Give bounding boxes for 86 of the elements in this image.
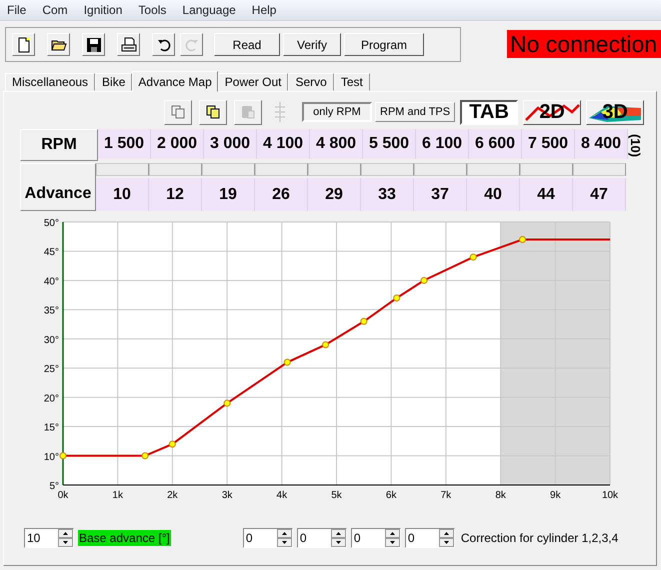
menu-item[interactable]: Tools <box>130 3 174 17</box>
mode-button[interactable]: RPM and TPS <box>375 102 456 122</box>
tab[interactable]: Miscellaneous <box>5 73 96 91</box>
row-header: Advance <box>20 163 96 211</box>
table-cell[interactable]: 37 <box>414 178 467 211</box>
menu-item[interactable]: Com <box>34 3 76 17</box>
tab[interactable]: Advance Map <box>132 71 218 92</box>
y-tick-label: 35° <box>44 306 59 317</box>
y-tick-label: 30° <box>44 334 59 346</box>
toolbar-button[interactable] <box>12 33 35 56</box>
x-tick-label: 5k <box>331 490 342 501</box>
table-cell[interactable]: 5 500 <box>363 129 416 159</box>
y-tick-label: 50° <box>44 218 59 229</box>
table-cell[interactable]: 6 600 <box>469 129 522 159</box>
view-button[interactable]: TAB <box>460 100 518 124</box>
menu-item[interactable]: Help <box>244 3 284 17</box>
toolbar-text-button[interactable]: Verify <box>283 33 341 56</box>
table-cell[interactable]: 19 <box>202 178 255 211</box>
toolbar-button[interactable] <box>117 33 140 56</box>
y-tick-label: 40° <box>44 276 59 288</box>
toolbar-text-button[interactable]: Program <box>344 33 424 56</box>
y-tick-label: 5° <box>49 481 59 492</box>
spin-arrows-icon[interactable] <box>438 529 454 547</box>
y-tick-label: 15° <box>44 422 59 434</box>
table-cell[interactable]: 40 <box>467 178 520 211</box>
x-tick-label: 9k <box>550 490 561 501</box>
table-cell[interactable]: 33 <box>361 178 414 211</box>
spin-arrows-icon[interactable] <box>58 529 73 547</box>
map-tool-button[interactable] <box>199 100 227 124</box>
table-cell[interactable]: 26 <box>255 178 308 211</box>
table-cell[interactable]: 44 <box>520 178 573 211</box>
spin-field[interactable]: 0 <box>404 528 455 548</box>
copy-icon <box>170 104 186 120</box>
menu-item[interactable]: File <box>0 3 34 17</box>
table-cell[interactable]: 1 500 <box>98 129 151 159</box>
spin-arrows-icon[interactable] <box>276 529 292 547</box>
toolbar-text-button[interactable]: Read <box>214 33 280 56</box>
spin-arrows-icon[interactable] <box>384 529 400 547</box>
paste-icon <box>205 104 221 120</box>
spin-arrows-icon[interactable] <box>330 529 346 547</box>
menu-item[interactable]: Ignition <box>76 3 130 17</box>
printer-icon <box>120 36 136 52</box>
y-tick-label: 20° <box>44 393 59 404</box>
y-tick-label: 45° <box>44 247 59 258</box>
table-cell[interactable]: 6 100 <box>416 129 469 159</box>
clipboard-icon <box>240 104 256 120</box>
table-cell[interactable]: 3 000 <box>204 129 257 159</box>
table-cell[interactable]: 10 <box>96 178 149 211</box>
toolbar-button[interactable] <box>152 33 175 56</box>
x-tick-label: 7k <box>440 490 452 501</box>
table-cell[interactable]: 12 <box>149 178 202 211</box>
new-file-icon <box>16 36 32 52</box>
row-header: RPM <box>20 129 98 161</box>
table-cell[interactable]: 4 100 <box>257 129 310 159</box>
spin-field[interactable]: 0 <box>242 528 293 548</box>
spin-field[interactable]: 10 <box>24 528 74 548</box>
count-label: (10) <box>628 133 644 157</box>
tab[interactable]: Bike <box>95 73 132 91</box>
table-cell[interactable]: 2 000 <box>151 129 204 159</box>
x-tick-label: 8k <box>495 490 506 501</box>
x-tick-label: 4k <box>276 490 288 501</box>
toolbar-button[interactable] <box>47 33 70 56</box>
table-cell[interactable]: 8 400 <box>575 129 628 159</box>
mode-button[interactable]: only RPM <box>302 102 372 122</box>
x-tick-label: 3k <box>222 490 232 501</box>
table-cell[interactable]: 4 800 <box>310 129 363 159</box>
y-tick-label: 10° <box>44 452 59 463</box>
correction-label: Correction for cylinder 1,2,3,4 <box>460 531 618 545</box>
y-tick-label: 25° <box>44 364 59 376</box>
base-advance-label: Base advance [°] <box>78 530 171 546</box>
table-cell[interactable]: 29 <box>308 178 361 211</box>
spin-field[interactable]: 0 <box>350 528 401 548</box>
connection-status: No connection <box>507 30 661 58</box>
x-tick-label: 1k <box>112 490 123 501</box>
table-cell[interactable]: 47 <box>573 178 626 211</box>
x-tick-label: 6k <box>386 490 396 501</box>
x-tick-label: 0k <box>58 490 68 501</box>
tab[interactable]: Servo <box>288 73 334 91</box>
toolbar-button[interactable] <box>82 33 105 56</box>
x-tick-label: 10k <box>602 490 618 501</box>
tab[interactable]: Test <box>334 73 370 91</box>
x-tick-label: 2k <box>167 490 178 501</box>
menu-item[interactable]: Language <box>174 3 244 17</box>
tab[interactable]: Power Out <box>218 73 288 91</box>
table-cell[interactable]: 7 500 <box>522 129 575 159</box>
spin-field[interactable]: 0 <box>296 528 347 548</box>
